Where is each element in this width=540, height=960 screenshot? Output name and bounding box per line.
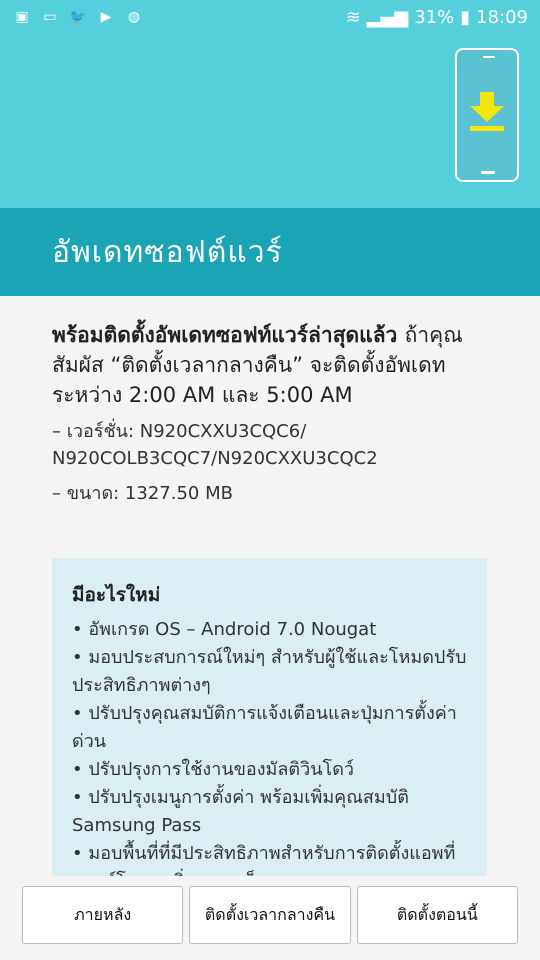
- signal-icon: ▂▄▆: [366, 6, 409, 28]
- battery-text: 31%: [414, 6, 455, 28]
- notification-icons: ▣ ▭ 🐦 ▶ ◍: [12, 8, 144, 26]
- list-item: มอบประสบการณ์ใหม่ๆ สำหรับผู้ใช้และโหมดปร…: [72, 644, 467, 700]
- content: พร้อมติดตั้งอัพเดทซอฟท์แวร์ล่าสุดแล้ว ถ้…: [0, 296, 540, 876]
- message-icon: ▭: [43, 9, 57, 25]
- title-bar: อัพเดทซอฟต์แวร์: [0, 208, 540, 296]
- later-button[interactable]: ภายหลัง: [22, 886, 184, 944]
- version-line1: – เวอร์ชั่น: N920CXXU3CQC6/: [52, 421, 307, 442]
- status-right: ≋ ▂▄▆ 31% ▮ 18:09: [346, 7, 528, 28]
- action-bar: ภายหลัง ติดตั้งเวลากลางคืน ติดตั้งตอนนี้: [0, 876, 540, 960]
- gallery-icon: ▣: [15, 9, 29, 25]
- list-item: มอบพื้นที่ที่มีประสิทธิภาพสำหรับการติดตั…: [72, 840, 467, 876]
- size-info: – ขนาด: 1327.50 MB: [52, 483, 233, 504]
- whats-new-list: อัพเกรด OS – Android 7.0 Nougat มอบประสบ…: [72, 616, 467, 876]
- page-title: อัพเดทซอฟต์แวร์: [52, 234, 283, 270]
- whats-new-panel[interactable]: มีอะไรใหม่ อัพเกรด OS – Android 7.0 Noug…: [52, 558, 487, 876]
- version-line2: N920COLB3CQC7/N920CXXU3CQC2: [52, 448, 378, 469]
- whats-new-heading: มีอะไรใหม่: [72, 584, 161, 606]
- messenger-icon: ◍: [127, 9, 141, 25]
- install-night-button[interactable]: ติดตั้งเวลากลางคืน: [189, 886, 351, 944]
- list-item: ปรับปรุงคุณสมบัติการแจ้งเตือนและปุ่มการต…: [72, 700, 467, 756]
- headline: พร้อมติดตั้งอัพเดทซอฟท์แวร์ล่าสุดแล้ว ถ้…: [52, 320, 488, 410]
- version-info: – เวอร์ชั่น: N920CXXU3CQC6/ N920COLB3CQC…: [52, 418, 488, 472]
- wifi-icon: ≋: [345, 6, 361, 28]
- install-now-button[interactable]: ติดตั้งตอนนี้: [356, 886, 518, 944]
- status-bar: ▣ ▭ 🐦 ▶ ◍ ≋ ▂▄▆ 31% ▮ 18:09: [0, 0, 540, 34]
- battery-icon: ▮: [460, 6, 471, 28]
- download-icon: [470, 92, 504, 131]
- twitter-icon: 🐦: [69, 9, 87, 25]
- list-item: อัพเกรด OS – Android 7.0 Nougat: [72, 616, 467, 644]
- headline-text: พร้อมติดตั้งอัพเดทซอฟท์แวร์ล่าสุดแล้ว: [52, 323, 398, 347]
- header-illustration: [0, 34, 540, 208]
- clock: 18:09: [476, 6, 528, 28]
- list-item: ปรับปรุงเมนูการตั้งค่า พร้อมเพิ่มคุณสมบั…: [72, 784, 467, 840]
- list-item: ปรับปรุงการใช้งานของมัลติวินโดว์: [72, 756, 467, 784]
- phone-icon: [455, 48, 519, 182]
- youtube-icon: ▶: [100, 9, 112, 25]
